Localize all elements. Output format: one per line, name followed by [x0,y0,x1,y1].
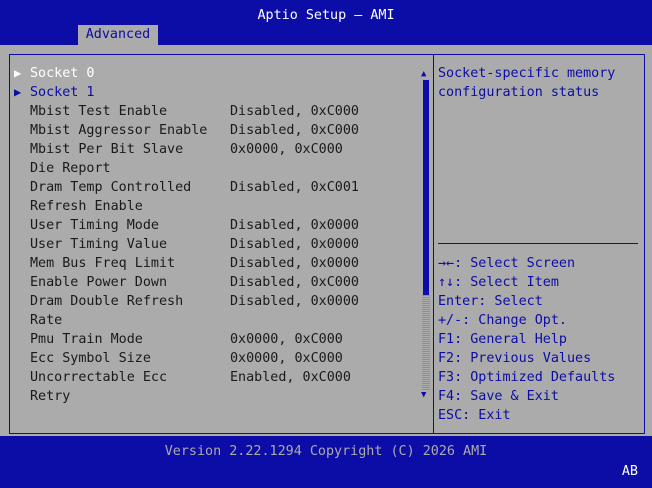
key-select-item: ↑↓: Select Item [438,275,559,290]
key-select-screen: →←: Select Screen [438,256,576,271]
menu-item-uncorrectable-ecc[interactable]: Uncorrectable Ecc Enabled, 0xC000 [0,368,420,387]
menu-item-rate: Rate [0,311,420,330]
menu-item-value: Disabled, 0x0000 [230,237,359,252]
menu-item-label: Retry [30,389,71,404]
menu-item-value: Disabled, 0xC000 [230,104,359,119]
triangle-up-icon[interactable]: ▲ [421,70,426,79]
menu-item-value: Disabled, 0xC000 [230,275,359,290]
menu-item-label: User Timing Value [30,237,168,252]
menu-item-label: Ecc Symbol Size [30,351,151,366]
menu-item-socket-1[interactable]: ▶ Socket 1 [0,83,420,102]
tab-advanced[interactable]: Advanced [78,25,158,45]
menu-item-label: User Timing Mode [30,218,159,233]
menu-item-label: Socket 1 [30,85,95,100]
key-general-help: F1: General Help [438,332,567,347]
scrollbar-remainder [422,295,430,390]
menu-item-retry: Retry [0,387,420,406]
menu-item-label: Socket 0 [30,66,95,81]
menu-item-value: 0x0000, 0xC000 [230,142,343,157]
menu-item-mbist-aggressor-enable[interactable]: Mbist Aggressor Enable Disabled, 0xC000 [0,121,420,140]
menu-item-socket-0[interactable]: ▶ Socket 0 [0,64,420,83]
triangle-right-icon: ▶ [14,66,22,80]
menu-item-label: Mbist Per Bit Slave [30,142,184,157]
menu-item-enable-power-down[interactable]: Enable Power Down Disabled, 0xC000 [0,273,420,292]
menu-item-label: Dram Temp Controlled [30,180,192,195]
menu-item-mbist-test-enable[interactable]: Mbist Test Enable Disabled, 0xC000 [0,102,420,121]
scrollbar-thumb[interactable] [423,80,429,295]
menu-item-dram-double-refresh[interactable]: Dram Double Refresh Disabled, 0x0000 [0,292,420,311]
menu-item-label: Die Report [30,161,111,176]
key-optimized-defaults: F3: Optimized Defaults [438,370,616,385]
triangle-down-icon[interactable]: ▼ [421,391,426,400]
menu-item-value: Enabled, 0xC000 [230,370,351,385]
key-previous-values: F2: Previous Values [438,351,592,366]
menu-item-label: Enable Power Down [30,275,168,290]
menu-item-refresh-enable: Refresh Enable [0,197,420,216]
panel-divider [433,54,434,434]
triangle-right-icon: ▶ [14,85,22,99]
menu-item-die-report: Die Report [0,159,420,178]
menu-item-value: Disabled, 0x0000 [230,218,359,233]
help-text-line-1: Socket-specific memory [438,66,616,81]
menu-item-value: Disabled, 0xC001 [230,180,359,195]
menu-item-value: Disabled, 0x0000 [230,294,359,309]
help-text-line-2: configuration status [438,85,600,100]
menu-item-dram-temp-controlled[interactable]: Dram Temp Controlled Disabled, 0xC001 [0,178,420,197]
menu-item-label: Dram Double Refresh [30,294,184,309]
menu-item-label: Mbist Aggressor Enable [30,123,208,138]
menu-item-label: Uncorrectable Ecc [30,370,168,385]
menu-item-ecc-symbol-size[interactable]: Ecc Symbol Size 0x0000, 0xC000 [0,349,420,368]
version-text: Version 2.22.1294 Copyright (C) 2026 AMI [164,444,488,459]
menu-item-label: Mem Bus Freq Limit [30,256,176,271]
menu-item-label: Refresh Enable [30,199,143,214]
key-change-opt: +/-: Change Opt. [438,313,567,328]
key-enter-select: Enter: Select [438,294,543,309]
menu-item-value: 0x0000, 0xC000 [230,351,343,366]
menu-item-user-timing-mode[interactable]: User Timing Mode Disabled, 0x0000 [0,216,420,235]
menu-item-label: Pmu Train Mode [30,332,143,347]
menu-item-value: Disabled, 0xC000 [230,123,359,138]
key-save-exit: F4: Save & Exit [438,389,559,404]
menu-item-value: 0x0000, 0xC000 [230,332,343,347]
menu-item-value: Disabled, 0x0000 [230,256,359,271]
menu-item-mbist-per-bit-slave[interactable]: Mbist Per Bit Slave 0x0000, 0xC000 [0,140,420,159]
menu-item-label: Rate [30,313,63,328]
menu-item-user-timing-value[interactable]: User Timing Value Disabled, 0x0000 [0,235,420,254]
language-indicator: AB [621,464,638,479]
menu-item-label: Mbist Test Enable [30,104,168,119]
menu-item-pmu-train-mode[interactable]: Pmu Train Mode 0x0000, 0xC000 [0,330,420,349]
menu-item-mem-bus-freq-limit[interactable]: Mem Bus Freq Limit Disabled, 0x0000 [0,254,420,273]
key-esc-exit: ESC: Exit [438,408,511,423]
help-divider [438,243,638,244]
app-title: Aptio Setup – AMI [257,8,395,23]
